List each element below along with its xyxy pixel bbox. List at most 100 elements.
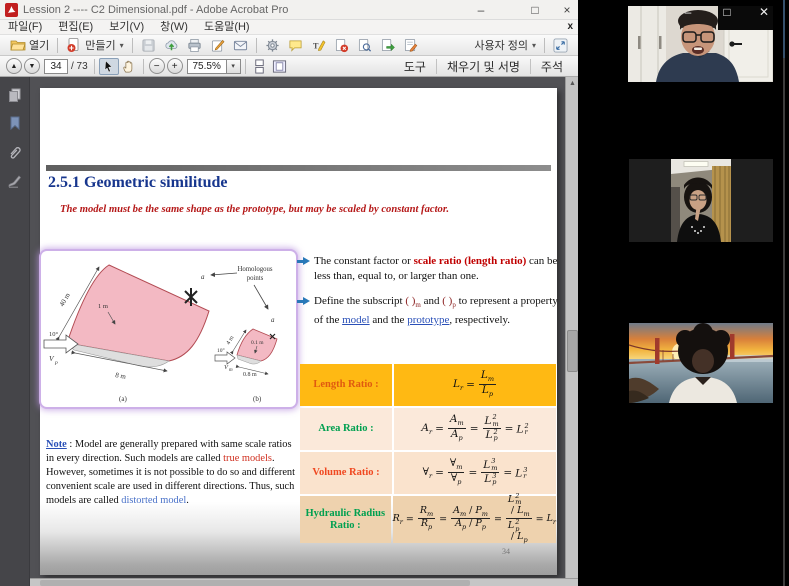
video-minimize-button[interactable]: –: [678, 2, 698, 22]
video-conference-panel: – □ ✕: [578, 0, 789, 586]
menu-item-file[interactable]: 파일(F): [0, 20, 50, 35]
full-page-icon: [272, 59, 287, 74]
span-label-m: 4 m: [226, 335, 236, 346]
tools-tab[interactable]: 도구: [394, 58, 436, 75]
menu-item-help[interactable]: 도움말(H): [196, 20, 258, 35]
full-page-view-button[interactable]: [270, 58, 290, 75]
chord-label-p: 8 m: [115, 371, 127, 381]
cloud-upload-button[interactable]: [160, 37, 183, 54]
chord-label-m: 0.8 m: [243, 372, 257, 378]
vertical-scrollbar-thumb[interactable]: [567, 330, 578, 372]
menu-item-view[interactable]: 보기(V): [101, 20, 152, 35]
open-label: 열기: [29, 37, 49, 53]
vertical-scrollbar[interactable]: ▲: [565, 77, 578, 578]
homologous-label-2: points: [247, 275, 264, 282]
video-maximize-button[interactable]: □: [717, 2, 737, 22]
acrobat-window: Lession 2 ---- C2 Dimensional.pdf - Adob…: [0, 0, 578, 586]
pdf-search-button[interactable]: [353, 37, 376, 54]
preferences-button[interactable]: [261, 37, 284, 54]
scroll-up-icon[interactable]: ▲: [566, 77, 578, 90]
email-button[interactable]: [229, 37, 252, 54]
attachments-icon[interactable]: [7, 145, 23, 161]
open-button[interactable]: 열기: [6, 36, 53, 54]
pdf-export-button[interactable]: [376, 37, 399, 54]
caption-a: (a): [119, 395, 127, 403]
create-caret-icon: ▾: [120, 41, 124, 50]
plus-icon: +: [172, 61, 178, 72]
volume-ratio-label: Volume Ratio :: [300, 452, 392, 494]
customize-label: 사용자 정의: [474, 37, 528, 53]
bullet-arrow-icon: [297, 257, 310, 266]
next-page-button[interactable]: ▼: [24, 58, 40, 74]
pane-close-icon[interactable]: x: [567, 21, 573, 32]
save-button[interactable]: [137, 37, 160, 54]
minus-icon: −: [154, 61, 160, 72]
length-ratio-formula: Lr=LmLp: [394, 364, 556, 406]
angle-label-p: 10°: [49, 331, 59, 338]
bullet-item-1: The constant factor or scale ratio (leng…: [297, 254, 558, 283]
close-button[interactable]: ×: [558, 1, 576, 19]
zoom-out-button[interactable]: −: [149, 58, 165, 74]
select-tool-button[interactable]: [99, 58, 119, 75]
signatures-icon[interactable]: [7, 173, 23, 189]
horizontal-scrollbar[interactable]: [30, 578, 578, 586]
panel-divider-accent: [783, 0, 785, 58]
menu-item-window[interactable]: 창(W): [152, 20, 196, 35]
ratio-table: Length Ratio : Lr=LmLp Area Ratio : Ar=A…: [300, 364, 556, 543]
expand-panel-button[interactable]: [549, 37, 572, 54]
table-row-volume-ratio: Volume Ratio : ∀r=∀m∀p=L3mL3p=L3r: [300, 452, 556, 494]
hydraulic-radius-ratio-formula: Rr=RmRp=Am/PmAp/Pp=L2m/LmL2p/Lp=Lr: [393, 496, 556, 543]
pdf-delete-button[interactable]: [330, 37, 353, 54]
create-button[interactable]: 만들기 ▾: [62, 36, 127, 54]
menu-item-edit[interactable]: 편집(E): [50, 20, 101, 35]
hand-icon: [121, 59, 136, 74]
horizontal-scrollbar-thumb[interactable]: [40, 580, 470, 586]
slide-top-rule: [46, 165, 551, 171]
comment-tab[interactable]: 주석: [531, 58, 573, 75]
comment-bubble-icon: [288, 38, 303, 53]
video-tile-2[interactable]: [629, 159, 773, 242]
bullet-text-1: The constant factor or scale ratio (leng…: [314, 254, 558, 283]
down-arrow-icon: ▼: [29, 63, 36, 70]
navigation-toolbar: ▲ ▼ / 73 − + ▾: [0, 56, 578, 77]
video-tile-3[interactable]: [629, 323, 773, 403]
area-ratio-label: Area Ratio :: [300, 408, 392, 450]
customize-button[interactable]: 사용자 정의 ▾: [470, 36, 540, 54]
prototype-wing: [67, 265, 209, 367]
hydraulic-radius-ratio-label: Hydraulic Radius Ratio :: [300, 496, 391, 543]
bookmarks-icon[interactable]: [7, 115, 23, 131]
up-arrow-icon: ▲: [11, 63, 18, 70]
print-button[interactable]: [183, 37, 206, 54]
page-number-input[interactable]: [44, 59, 68, 74]
comment-tool-button[interactable]: [284, 37, 307, 54]
navigation-pane: [0, 77, 30, 586]
bullet-item-2: Define the subscript ( )m and ( )p to re…: [297, 294, 558, 327]
form-sign-icon: [403, 38, 418, 53]
video-close-button[interactable]: ✕: [754, 2, 774, 22]
scrolling-page-icon: [252, 59, 267, 74]
panel-divider: [783, 0, 785, 586]
page-thumbnails-icon[interactable]: [7, 87, 23, 103]
zoom-level-input[interactable]: [187, 59, 227, 74]
zoom-in-button[interactable]: +: [167, 58, 183, 74]
previous-page-button[interactable]: ▲: [6, 58, 22, 74]
table-row-length-ratio: Length Ratio : Lr=LmLp: [300, 364, 556, 406]
create-pdf-icon: [66, 37, 82, 53]
maximize-button[interactable]: □: [526, 1, 544, 19]
zoom-dropdown-button[interactable]: ▾: [227, 59, 241, 74]
gear-icon: [265, 38, 280, 53]
highlight-tool-button[interactable]: T: [307, 37, 330, 54]
svg-text:a: a: [201, 273, 205, 281]
table-row-hydraulic-radius-ratio: Hydraulic Radius Ratio : Rr=RmRp=Am/PmAp…: [300, 496, 556, 543]
svg-text:a: a: [271, 316, 275, 324]
compose-button[interactable]: [206, 37, 229, 54]
volume-ratio-formula: ∀r=∀m∀p=L3mL3p=L3r: [394, 452, 556, 494]
hand-tool-button[interactable]: [119, 58, 139, 75]
scrolling-mode-button[interactable]: [250, 58, 270, 75]
fill-sign-tab[interactable]: 채우기 및 서명: [437, 58, 530, 75]
slide-page-number: 34: [502, 547, 510, 556]
svg-text:p: p: [54, 360, 58, 366]
form-sign-button[interactable]: [399, 37, 422, 54]
minimize-button[interactable]: –: [472, 1, 490, 19]
video-tile-1[interactable]: [628, 6, 773, 82]
